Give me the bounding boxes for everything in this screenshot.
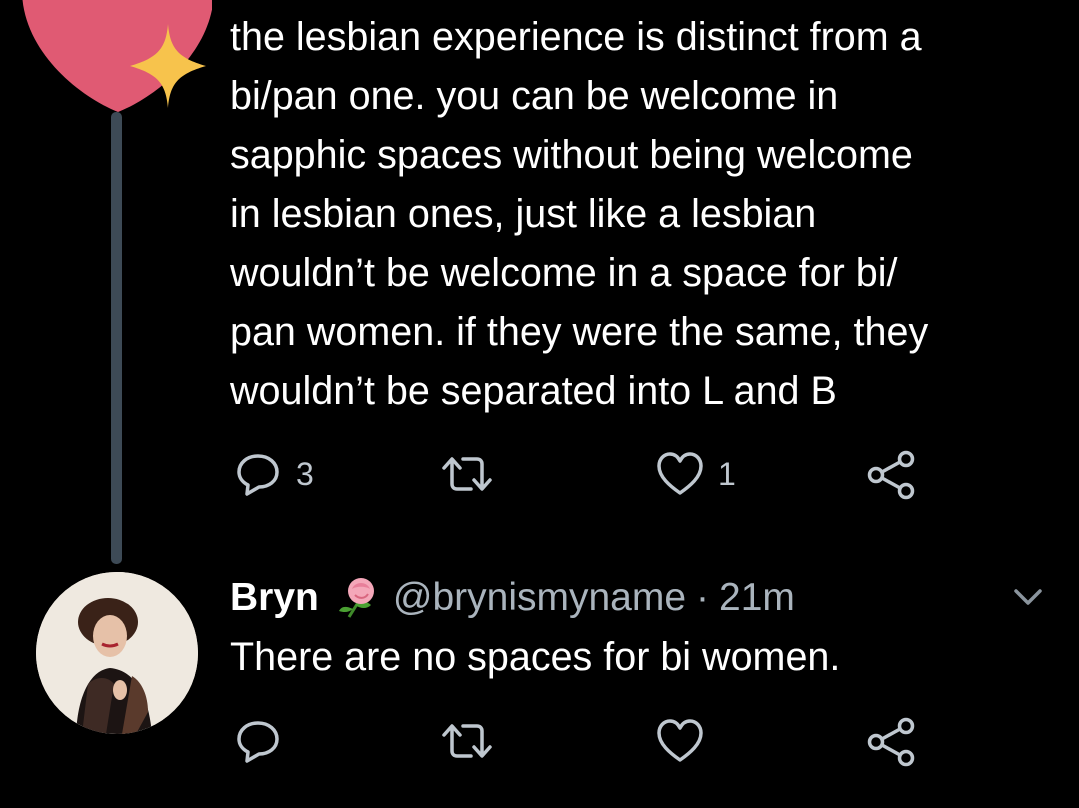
- retweet-icon: [442, 724, 492, 758]
- share-icon: [867, 717, 915, 767]
- heart-icon: [657, 452, 703, 495]
- tweet-menu-button[interactable]: [1010, 585, 1046, 614]
- share-button[interactable]: [866, 450, 916, 500]
- share-icon: [867, 450, 915, 500]
- like-button[interactable]: [656, 717, 718, 765]
- retweet-button[interactable]: [440, 717, 508, 765]
- heart-icon: [657, 719, 703, 762]
- rose-emoji: [335, 575, 381, 621]
- separator-dot: ·: [696, 576, 710, 619]
- reply-button[interactable]: 3: [234, 450, 314, 498]
- heart-sparkle-avatar-image: [22, 0, 212, 112]
- retweet-button[interactable]: [440, 450, 508, 498]
- chevron-down-icon: [1014, 589, 1042, 605]
- reply-header: Bryn @brynismyname · 21m: [230, 574, 795, 622]
- share-button[interactable]: [866, 717, 916, 767]
- user-handle[interactable]: @brynismyname: [393, 574, 686, 622]
- like-button[interactable]: 1: [656, 450, 736, 498]
- timestamp[interactable]: 21m: [719, 574, 795, 622]
- avatar[interactable]: [18, 0, 212, 114]
- reply-button[interactable]: [234, 717, 296, 765]
- like-count: 1: [718, 455, 736, 492]
- reply-count: 3: [296, 455, 314, 492]
- reply-text: There are no spaces for bi women.: [230, 635, 841, 679]
- reply-actions: [0, 717, 1079, 767]
- tweet-actions: 3 1: [0, 450, 1079, 500]
- reply-icon: [237, 721, 279, 763]
- reply-avatar[interactable]: [36, 572, 198, 734]
- display-name[interactable]: Bryn: [230, 574, 319, 622]
- portrait-photo: [36, 572, 198, 734]
- reply-icon: [237, 454, 279, 496]
- retweet-icon: [442, 457, 492, 491]
- tweet-text: the lesbian experience is distinct from …: [230, 15, 929, 413]
